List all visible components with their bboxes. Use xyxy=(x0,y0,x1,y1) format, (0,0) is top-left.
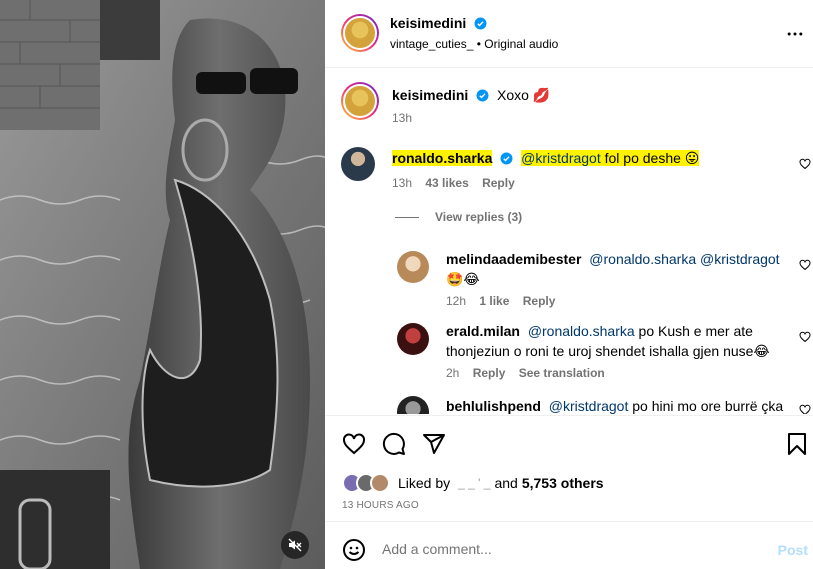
comments-list[interactable]: keisimedini Xoxo 💋 13h ronaldo.sharka @k… xyxy=(325,69,813,414)
reply-avatar[interactable] xyxy=(397,323,429,355)
post-header: keisimedini vintage_cuties_ • Original a… xyxy=(325,0,813,68)
reply-time: 2h xyxy=(446,366,460,380)
post-comment-button[interactable]: Post xyxy=(778,542,808,558)
comment-input[interactable] xyxy=(382,536,722,562)
save-bookmark-icon[interactable] xyxy=(786,432,808,456)
more-horizontal-icon xyxy=(787,32,803,36)
reply-time: 12h xyxy=(446,294,467,308)
verified-badge-icon xyxy=(474,17,487,30)
comment-mention[interactable]: @kristdragot xyxy=(521,150,601,166)
heart-icon[interactable] xyxy=(799,331,811,343)
reply-avatar[interactable] xyxy=(397,251,429,283)
reply-text-line2: thonjeziun o roni te uroj shendet ishall… xyxy=(446,343,770,359)
comment-author[interactable]: ronaldo.sharka xyxy=(392,150,493,166)
liker-avatars xyxy=(342,473,392,493)
share-paper-plane-icon[interactable] xyxy=(422,432,446,456)
likes-summary[interactable]: Liked by _ _ ' _ and 5,753 others xyxy=(342,473,604,493)
reply-text: po hini mo ore burrë çka xyxy=(628,398,784,414)
photo-image xyxy=(0,0,325,569)
comment-avatar[interactable] xyxy=(341,147,375,181)
reply-reply-button[interactable]: Reply xyxy=(523,294,556,308)
audio-user[interactable]: vintage_cuties_ xyxy=(390,37,473,51)
mute-button[interactable] xyxy=(281,531,309,559)
reply-text[interactable]: @ronaldo.sharka @kristdragot xyxy=(589,251,779,267)
post-details-panel: keisimedini vintage_cuties_ • Original a… xyxy=(325,0,813,569)
see-translation-button[interactable]: See translation xyxy=(519,366,605,380)
reply-likes[interactable]: 1 like xyxy=(479,294,509,308)
caption-time: 13h xyxy=(392,111,413,125)
comment-reply-button[interactable]: Reply xyxy=(482,176,515,190)
reply-author[interactable]: behlulishpend xyxy=(446,398,541,414)
comment-text: fol po deshe 😛 xyxy=(600,150,700,166)
view-replies-button[interactable]: View replies (3) xyxy=(395,210,522,224)
caption-text: Xoxo 💋 xyxy=(497,87,551,103)
caption-author[interactable]: keisimedini xyxy=(392,87,468,103)
reply-reply-button[interactable]: Reply xyxy=(473,366,506,380)
verified-badge-icon xyxy=(476,89,489,102)
view-replies-label: View replies (3) xyxy=(435,210,523,224)
emoji-smiley-icon[interactable] xyxy=(342,538,366,562)
author-username[interactable]: keisimedini xyxy=(390,15,466,31)
add-comment-bar: Post xyxy=(325,521,813,569)
reply-text: po Kush e mer ate xyxy=(634,323,753,339)
liked-by-and: and xyxy=(494,475,518,491)
verified-badge-icon xyxy=(500,152,513,165)
audio-label[interactable]: Original audio xyxy=(484,37,558,51)
muted-speaker-icon xyxy=(288,538,302,552)
comment-time: 13h xyxy=(392,176,413,190)
heart-icon[interactable] xyxy=(799,158,811,170)
post-date[interactable]: 13 HOURS AGO xyxy=(342,500,419,511)
comment-body: @kristdragot fol po deshe 😛 xyxy=(521,150,700,166)
heart-icon[interactable] xyxy=(799,404,811,414)
heart-icon[interactable] xyxy=(799,259,811,271)
reply-avatar[interactable] xyxy=(397,396,429,414)
replies-line xyxy=(395,216,419,218)
comment-bubble-icon[interactable] xyxy=(382,432,406,456)
like-heart-icon[interactable] xyxy=(342,432,366,456)
caption-avatar[interactable] xyxy=(341,82,379,120)
author-avatar[interactable] xyxy=(341,14,379,52)
reply-mention[interactable]: @ronaldo.sharka xyxy=(528,323,635,339)
more-options-button[interactable] xyxy=(785,24,805,44)
reply-text-line2: 🤩😂 xyxy=(446,271,480,287)
reply-mention[interactable]: @kristdragot xyxy=(549,398,629,414)
post-photo[interactable] xyxy=(0,0,325,569)
liked-by-prefix: Liked by xyxy=(398,475,451,491)
post-actions: Liked by _ _ ' _ and 5,753 others 13 HOU… xyxy=(325,415,813,520)
liked-by-user[interactable]: _ _ ' _ xyxy=(458,476,490,490)
reply-author[interactable]: erald.milan xyxy=(446,323,520,339)
likes-count[interactable]: 5,753 others xyxy=(522,475,604,491)
comment-likes[interactable]: 43 likes xyxy=(425,176,468,190)
reply-author[interactable]: melindaademibester xyxy=(446,251,581,267)
